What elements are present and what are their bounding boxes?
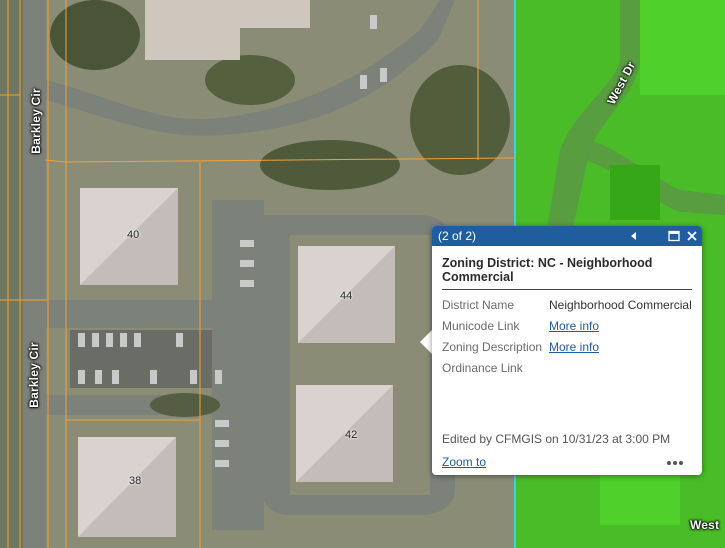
attribute-table: District Name Neighborhood Commercial Mu… [442, 298, 692, 382]
parcel-label: 40 [127, 229, 140, 241]
building-roof [145, 0, 240, 60]
dock-icon[interactable] [666, 228, 682, 244]
lot-road [212, 200, 264, 530]
left-lawn [0, 0, 25, 548]
tree-cluster [50, 0, 140, 70]
tree-cluster [150, 393, 220, 417]
parcel-label: 38 [129, 475, 142, 487]
ellipsis-icon[interactable] [666, 455, 684, 467]
feature-counter: (2 of 2) [438, 229, 477, 243]
attribute-label: District Name [442, 298, 515, 312]
triangle-left-icon[interactable] [626, 228, 642, 244]
attribute-value: Neighborhood Commercial [549, 298, 692, 312]
green-building [640, 0, 725, 95]
street-label-barkley-upper: Barkley Cir [29, 88, 43, 154]
green-building [600, 470, 680, 525]
attribute-row: District Name Neighborhood Commercial [442, 298, 692, 319]
attribute-row: Municode Link More info [442, 319, 692, 340]
attribute-label: Ordinance Link [442, 361, 523, 375]
tree-cluster [260, 140, 400, 190]
parcel-label: 42 [345, 429, 358, 441]
popup-header: (2 of 2) [432, 226, 702, 246]
attribute-row: Zoning Description More info [442, 340, 692, 361]
municode-more-info-link[interactable]: More info [549, 319, 599, 333]
popup-title: Zoning District: NC - Neighborhood Comme… [442, 256, 692, 290]
barkley-road [23, 0, 46, 548]
street-label-barkley-lower: Barkley Cir [27, 342, 41, 408]
building-roof [240, 0, 310, 28]
edit-info: Edited by CFMGIS on 10/31/23 at 3:00 PM [442, 432, 671, 446]
popup-pointer [420, 330, 432, 354]
parcel-label: 44 [340, 290, 353, 302]
attribute-label: Zoning Description [442, 340, 543, 354]
attribute-row: Ordinance Link [442, 361, 692, 382]
tree-cluster [205, 55, 295, 105]
zoning-description-more-info-link[interactable]: More info [549, 340, 599, 354]
close-icon[interactable] [684, 228, 700, 244]
attribute-label: Municode Link [442, 319, 520, 333]
attribute-value [549, 361, 692, 382]
green-building [610, 165, 660, 220]
feature-popup: (2 of 2) Zoning District: NC - Neighborh… [432, 226, 702, 475]
zoom-to-link[interactable]: Zoom to [442, 455, 486, 469]
street-label-west: West [690, 518, 720, 532]
